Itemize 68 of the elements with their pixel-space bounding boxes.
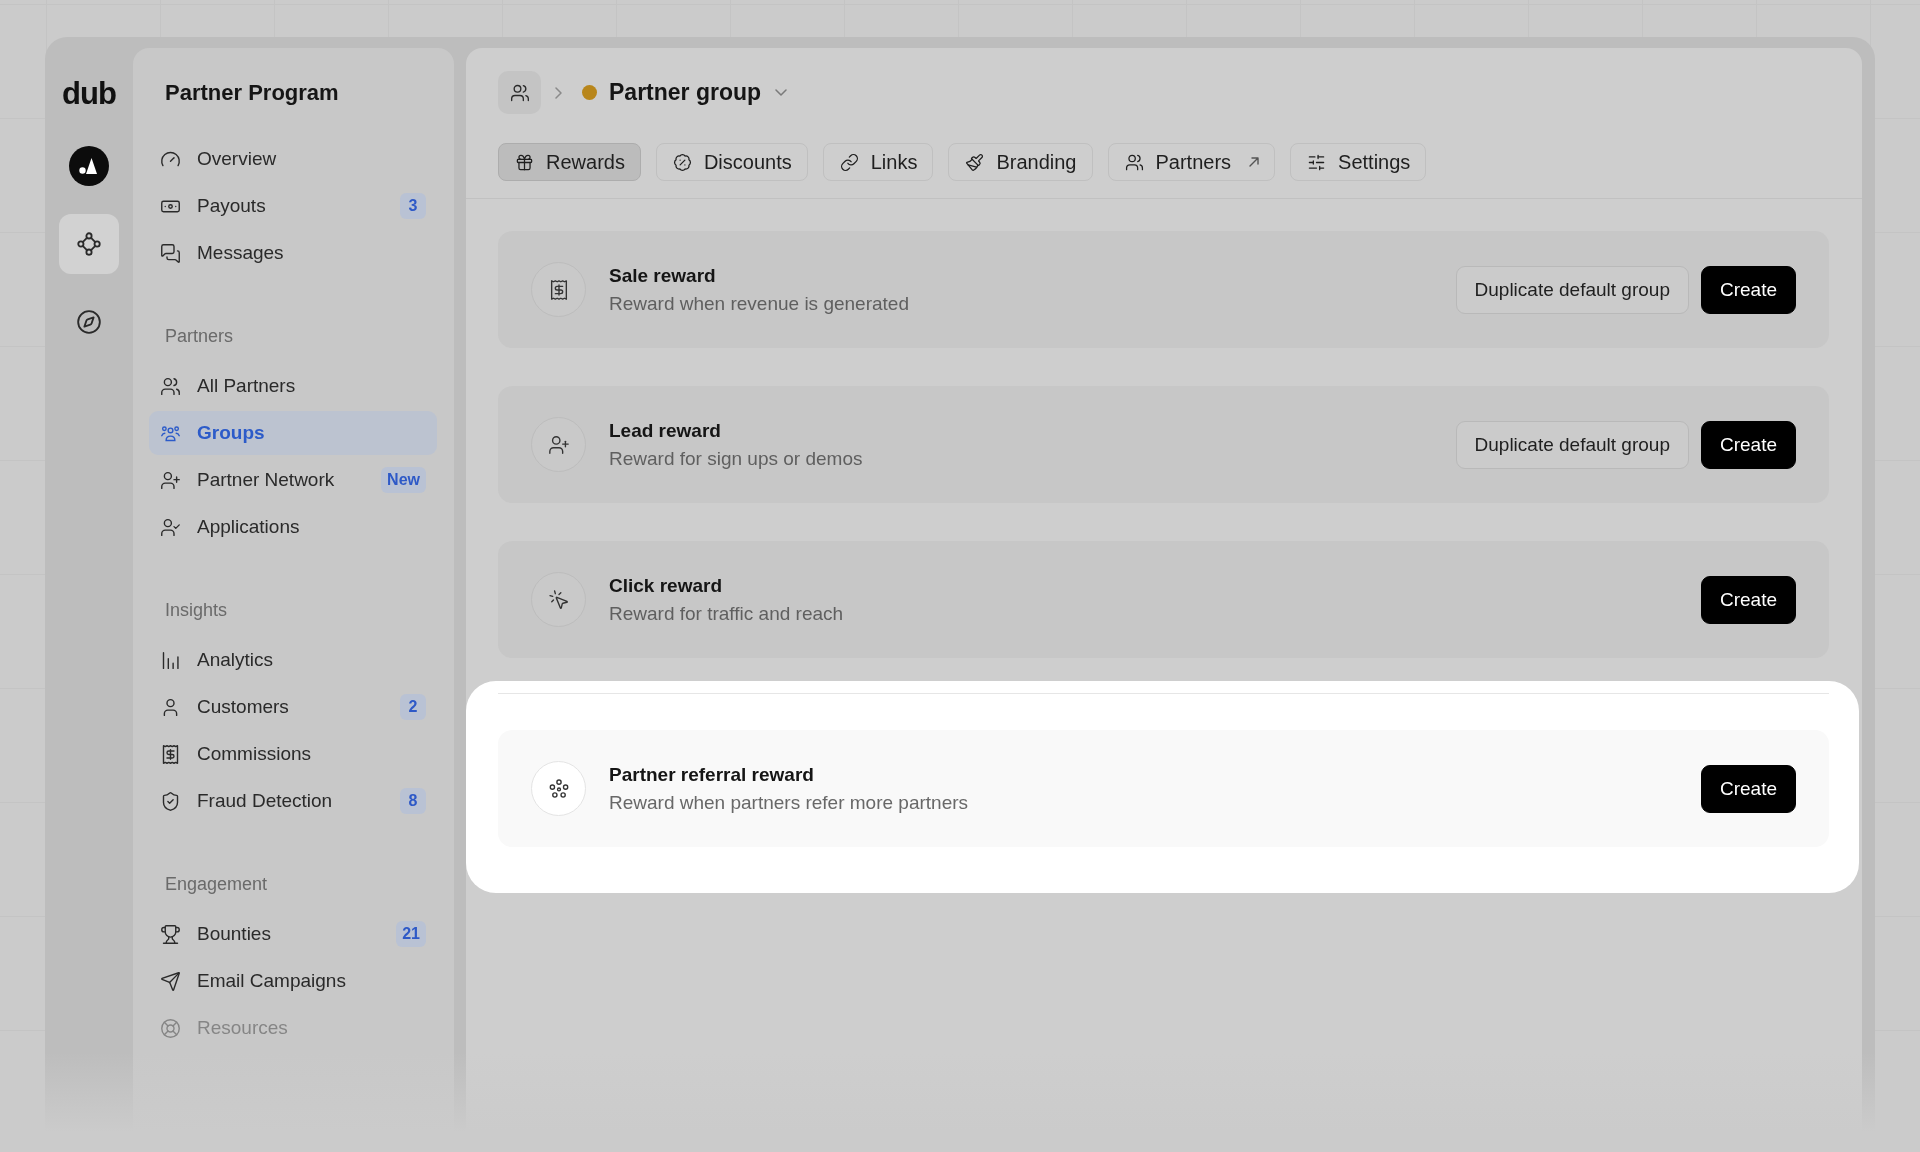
paper-plane-icon bbox=[160, 970, 181, 992]
bar-chart-icon bbox=[160, 649, 181, 671]
reward-title: Click reward bbox=[609, 574, 722, 597]
tab[interactable]: Branding bbox=[948, 143, 1093, 181]
nav-item[interactable]: Email Campaigns bbox=[149, 959, 437, 1003]
link-icon bbox=[839, 152, 859, 172]
tab[interactable]: Links bbox=[822, 143, 934, 181]
section-heading: Engagement bbox=[165, 873, 268, 896]
reward-description: Reward for traffic and reach bbox=[609, 602, 844, 625]
brand-logo: dub bbox=[62, 76, 116, 112]
section-heading: Partners bbox=[165, 325, 234, 348]
reward-description: Reward when revenue is generated bbox=[609, 292, 909, 315]
group-dropdown[interactable]: Partner group bbox=[582, 79, 788, 106]
nav-badge: 2 bbox=[400, 694, 426, 720]
reward-description: Reward for sign ups or demos bbox=[609, 447, 863, 470]
user-plus-icon bbox=[160, 469, 181, 491]
section-heading: Insights bbox=[165, 599, 228, 622]
tab[interactable]: Settings bbox=[1290, 143, 1427, 181]
primary-action-button[interactable]: Create bbox=[1700, 265, 1796, 314]
lifebuoy-icon bbox=[160, 1017, 181, 1039]
chevron-down-icon bbox=[775, 89, 788, 96]
user-check-icon bbox=[160, 516, 181, 538]
sidebar-title: Partner Program bbox=[165, 79, 340, 107]
primary-action-button[interactable]: Create bbox=[1700, 420, 1796, 469]
nav-badge: 8 bbox=[400, 788, 426, 814]
reward-description: Reward when partners refer more partners bbox=[609, 791, 969, 814]
secondary-action-button[interactable]: Duplicate default group bbox=[1455, 420, 1689, 469]
group-button[interactable] bbox=[498, 71, 541, 114]
receipt-icon bbox=[160, 743, 181, 765]
reward-title: Sale reward bbox=[609, 264, 716, 287]
nav-item[interactable]: Customers 2 bbox=[149, 685, 437, 729]
users-icon bbox=[1124, 152, 1144, 172]
chevron-right-icon bbox=[555, 86, 562, 99]
nav-item[interactable]: Partner Network New bbox=[149, 458, 437, 502]
network-icon bbox=[76, 231, 102, 257]
chat-bubbles-icon bbox=[160, 242, 181, 264]
reward-title: Partner referral reward bbox=[609, 763, 814, 786]
sliders-icon bbox=[1307, 152, 1327, 172]
users-icon bbox=[509, 82, 530, 103]
nav-item[interactable]: Bounties 21 bbox=[149, 912, 437, 956]
tab[interactable]: Rewards bbox=[498, 143, 641, 181]
nav-item[interactable]: Applications bbox=[149, 505, 437, 549]
secondary-action-button[interactable]: Duplicate default group bbox=[1455, 265, 1689, 314]
primary-action-button[interactable]: Create bbox=[1700, 764, 1796, 813]
gift-icon bbox=[515, 152, 534, 172]
nav-item[interactable]: Payouts 3 bbox=[149, 184, 437, 228]
nav-item[interactable]: Messages bbox=[149, 231, 437, 275]
nav-badge: 21 bbox=[396, 921, 426, 947]
primary-action-button[interactable]: Create bbox=[1700, 575, 1796, 624]
nav-item[interactable]: Analytics bbox=[149, 638, 437, 682]
nav-item[interactable]: Commissions bbox=[149, 732, 437, 776]
reward-title: Lead reward bbox=[609, 419, 721, 442]
dot-icon bbox=[582, 85, 597, 100]
tab[interactable]: Partners bbox=[1107, 143, 1276, 181]
users-icon bbox=[160, 375, 181, 397]
nav-item[interactable]: Fraud Detection 8 bbox=[149, 779, 437, 823]
tab[interactable]: Discounts bbox=[655, 143, 808, 181]
paintbrush-icon bbox=[965, 152, 985, 172]
workspace-avatar-icon bbox=[69, 146, 109, 186]
trophy-icon bbox=[160, 923, 181, 945]
nav-badge: New bbox=[381, 467, 426, 493]
nav-badge: 3 bbox=[400, 193, 426, 219]
nav-item[interactable]: Overview bbox=[149, 137, 437, 181]
nav-item[interactable]: All Partners bbox=[149, 364, 437, 408]
shield-icon bbox=[160, 790, 181, 812]
badge-percent-icon bbox=[672, 152, 692, 172]
compass-icon bbox=[76, 309, 102, 335]
rail-button[interactable] bbox=[59, 214, 119, 274]
